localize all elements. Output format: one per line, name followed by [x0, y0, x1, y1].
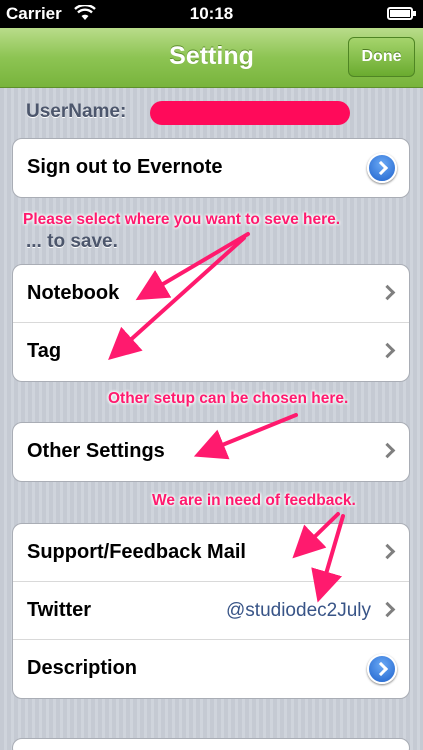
username-redaction [150, 101, 350, 125]
status-bar: Carrier 10:18 [0, 0, 423, 28]
other-annotation: Other setup can be chosen here. [108, 390, 349, 407]
clock: 10:18 [189, 4, 234, 23]
next-group-partial [12, 738, 410, 750]
chevron-right-icon [379, 442, 396, 459]
twitter-value: @studiodec2July [226, 600, 371, 621]
chevron-right-icon [379, 601, 396, 618]
chevron-right-icon [379, 342, 396, 359]
tag-row[interactable]: Tag [13, 323, 409, 381]
description-row[interactable]: Description [13, 640, 409, 698]
chevron-right-icon [379, 284, 396, 301]
account-group: Sign out to Evernote [12, 138, 410, 198]
username-label: UserName: [26, 101, 127, 122]
twitter-label: Twitter [27, 599, 92, 621]
notebook-label: Notebook [27, 282, 120, 304]
description-label: Description [27, 657, 138, 679]
other-settings-label: Other Settings [27, 440, 165, 462]
tag-label: Tag [27, 340, 62, 362]
navigation-bar: Setting Done [0, 28, 423, 88]
detail-disclosure-icon[interactable] [367, 654, 397, 684]
feedback-annotation: We are in need of feedback. [152, 492, 356, 509]
other-settings-row[interactable]: Other Settings [13, 423, 409, 481]
save-section-header: ... to save. [26, 231, 118, 252]
chevron-right-icon [379, 543, 396, 560]
done-button[interactable]: Done [348, 37, 415, 77]
notebook-row[interactable]: Notebook [13, 265, 409, 323]
save-group: Notebook Tag [12, 264, 410, 382]
twitter-row[interactable]: Twitter @studiodec2July [13, 582, 409, 640]
support-row[interactable]: Support/Feedback Mail [13, 524, 409, 582]
save-annotation: Please select where you want to seve her… [23, 211, 341, 228]
info-group: Support/Feedback Mail Twitter @studiodec… [12, 523, 410, 699]
signout-label: Sign out to Evernote [27, 156, 223, 178]
battery-icon [387, 7, 416, 20]
other-group: Other Settings [12, 422, 410, 482]
detail-disclosure-icon[interactable] [367, 153, 397, 183]
support-label: Support/Feedback Mail [27, 541, 246, 563]
signout-row[interactable]: Sign out to Evernote [13, 139, 409, 197]
